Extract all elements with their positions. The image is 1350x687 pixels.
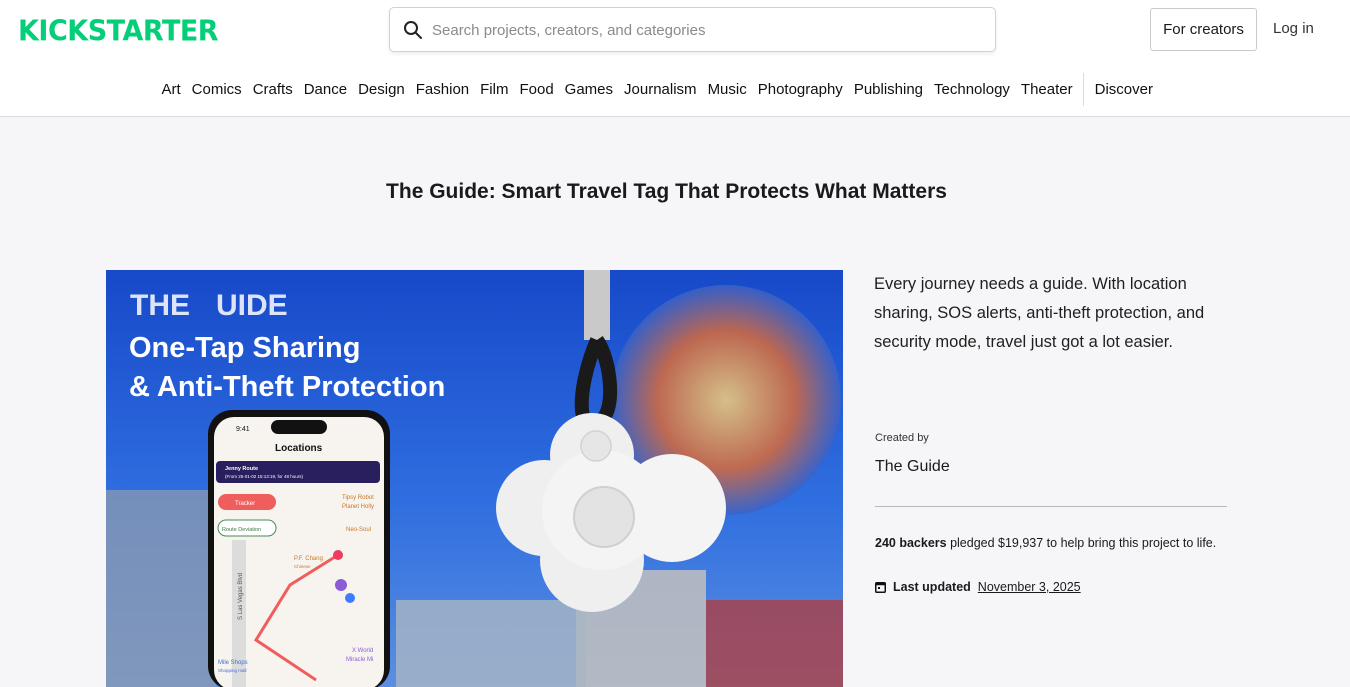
category-photography[interactable]: Photography — [752, 73, 848, 106]
hero-illustration: THE UIDE One-Tap Sharing & Anti-Theft Pr… — [106, 270, 843, 687]
map-place-4: P.F. Chang — [294, 556, 323, 562]
project-hero-image[interactable]: THE UIDE One-Tap Sharing & Anti-Theft Pr… — [106, 270, 843, 687]
pledged-text: pledged $19,937 to help bring this proje… — [946, 536, 1217, 550]
route-name: Jenny Route — [225, 466, 258, 472]
category-art[interactable]: Art — [156, 73, 186, 106]
last-updated-label: Last updated — [893, 580, 971, 594]
phone-screen-title: Locations — [275, 443, 323, 454]
project-title: The Guide: Smart Travel Tag That Protect… — [386, 180, 947, 203]
search-input[interactable] — [432, 16, 982, 44]
top-header: KICKSTARTER For creators Log in Art Comi… — [0, 0, 1350, 117]
map-place-1: Tipsy Robot — [342, 495, 374, 501]
route-detail: (From 25-01-02 15:13:19, for 48 hours) — [225, 474, 304, 479]
category-dance[interactable]: Dance — [298, 73, 352, 106]
hero-brand-rest: UIDE — [216, 289, 288, 322]
last-updated-date[interactable]: November 3, 2025 — [978, 580, 1081, 594]
category-comics[interactable]: Comics — [186, 73, 247, 106]
section-divider — [875, 506, 1227, 507]
category-publishing[interactable]: Publishing — [848, 73, 928, 106]
backers-count: 240 backers — [875, 536, 947, 550]
funding-summary: 240 backers pledged $19,937 to help brin… — [875, 534, 1230, 552]
route-deviation-chip: Route Deviation — [222, 527, 261, 533]
hero-headline-1: One-Tap Sharing — [129, 332, 360, 364]
category-design[interactable]: Design — [353, 73, 411, 106]
search-box[interactable] — [389, 7, 996, 52]
search-icon — [404, 21, 422, 39]
category-fashion[interactable]: Fashion — [410, 73, 474, 106]
calendar-icon — [875, 582, 886, 593]
category-nav: Art Comics Crafts Dance Design Fashion F… — [156, 73, 1158, 106]
category-food[interactable]: Food — [514, 73, 559, 106]
project-blurb: Every journey needs a guide. With locati… — [874, 275, 1205, 351]
map-place-2: Planet Holly — [342, 504, 374, 510]
category-theater[interactable]: Theater — [1015, 73, 1078, 106]
map-place-8: Mile Shops — [218, 660, 248, 666]
log-in-link[interactable]: Log in — [1273, 20, 1314, 37]
map-place-7: Miracle Mi — [346, 657, 373, 663]
category-journalism[interactable]: Journalism — [619, 73, 703, 106]
phone-mockup: 9:41 Locations Jenny Route (From 25-01-0… — [208, 410, 390, 687]
created-by-label: Created by — [875, 432, 929, 444]
category-technology[interactable]: Technology — [929, 73, 1016, 106]
hero-brand: THE — [130, 289, 190, 322]
map-place-3: Neo-Soul — [346, 527, 371, 533]
discover-link[interactable]: Discover — [1089, 73, 1158, 106]
phone-time: 9:41 — [236, 426, 250, 433]
category-crafts[interactable]: Crafts — [247, 73, 298, 106]
tracker-chip: Tracker — [235, 501, 255, 507]
map-place-6: X World — [352, 648, 373, 654]
category-film[interactable]: Film — [475, 73, 514, 106]
category-games[interactable]: Games — [559, 73, 618, 106]
kickstarter-logo[interactable]: KICKSTARTER — [18, 15, 219, 48]
map-place-5: Chinese — [294, 564, 311, 569]
map-place-9: Shopping mall — [218, 668, 247, 673]
creator-name[interactable]: The Guide — [875, 458, 950, 476]
hero-headline-2: & Anti-Theft Protection — [129, 371, 445, 403]
for-creators-button[interactable]: For creators — [1150, 8, 1257, 51]
category-music[interactable]: Music — [702, 73, 752, 106]
last-updated: Last updated November 3, 2025 — [875, 580, 1081, 594]
map-street-label: S Las Vegas Blvd — [238, 573, 244, 620]
nav-divider — [1083, 73, 1085, 106]
